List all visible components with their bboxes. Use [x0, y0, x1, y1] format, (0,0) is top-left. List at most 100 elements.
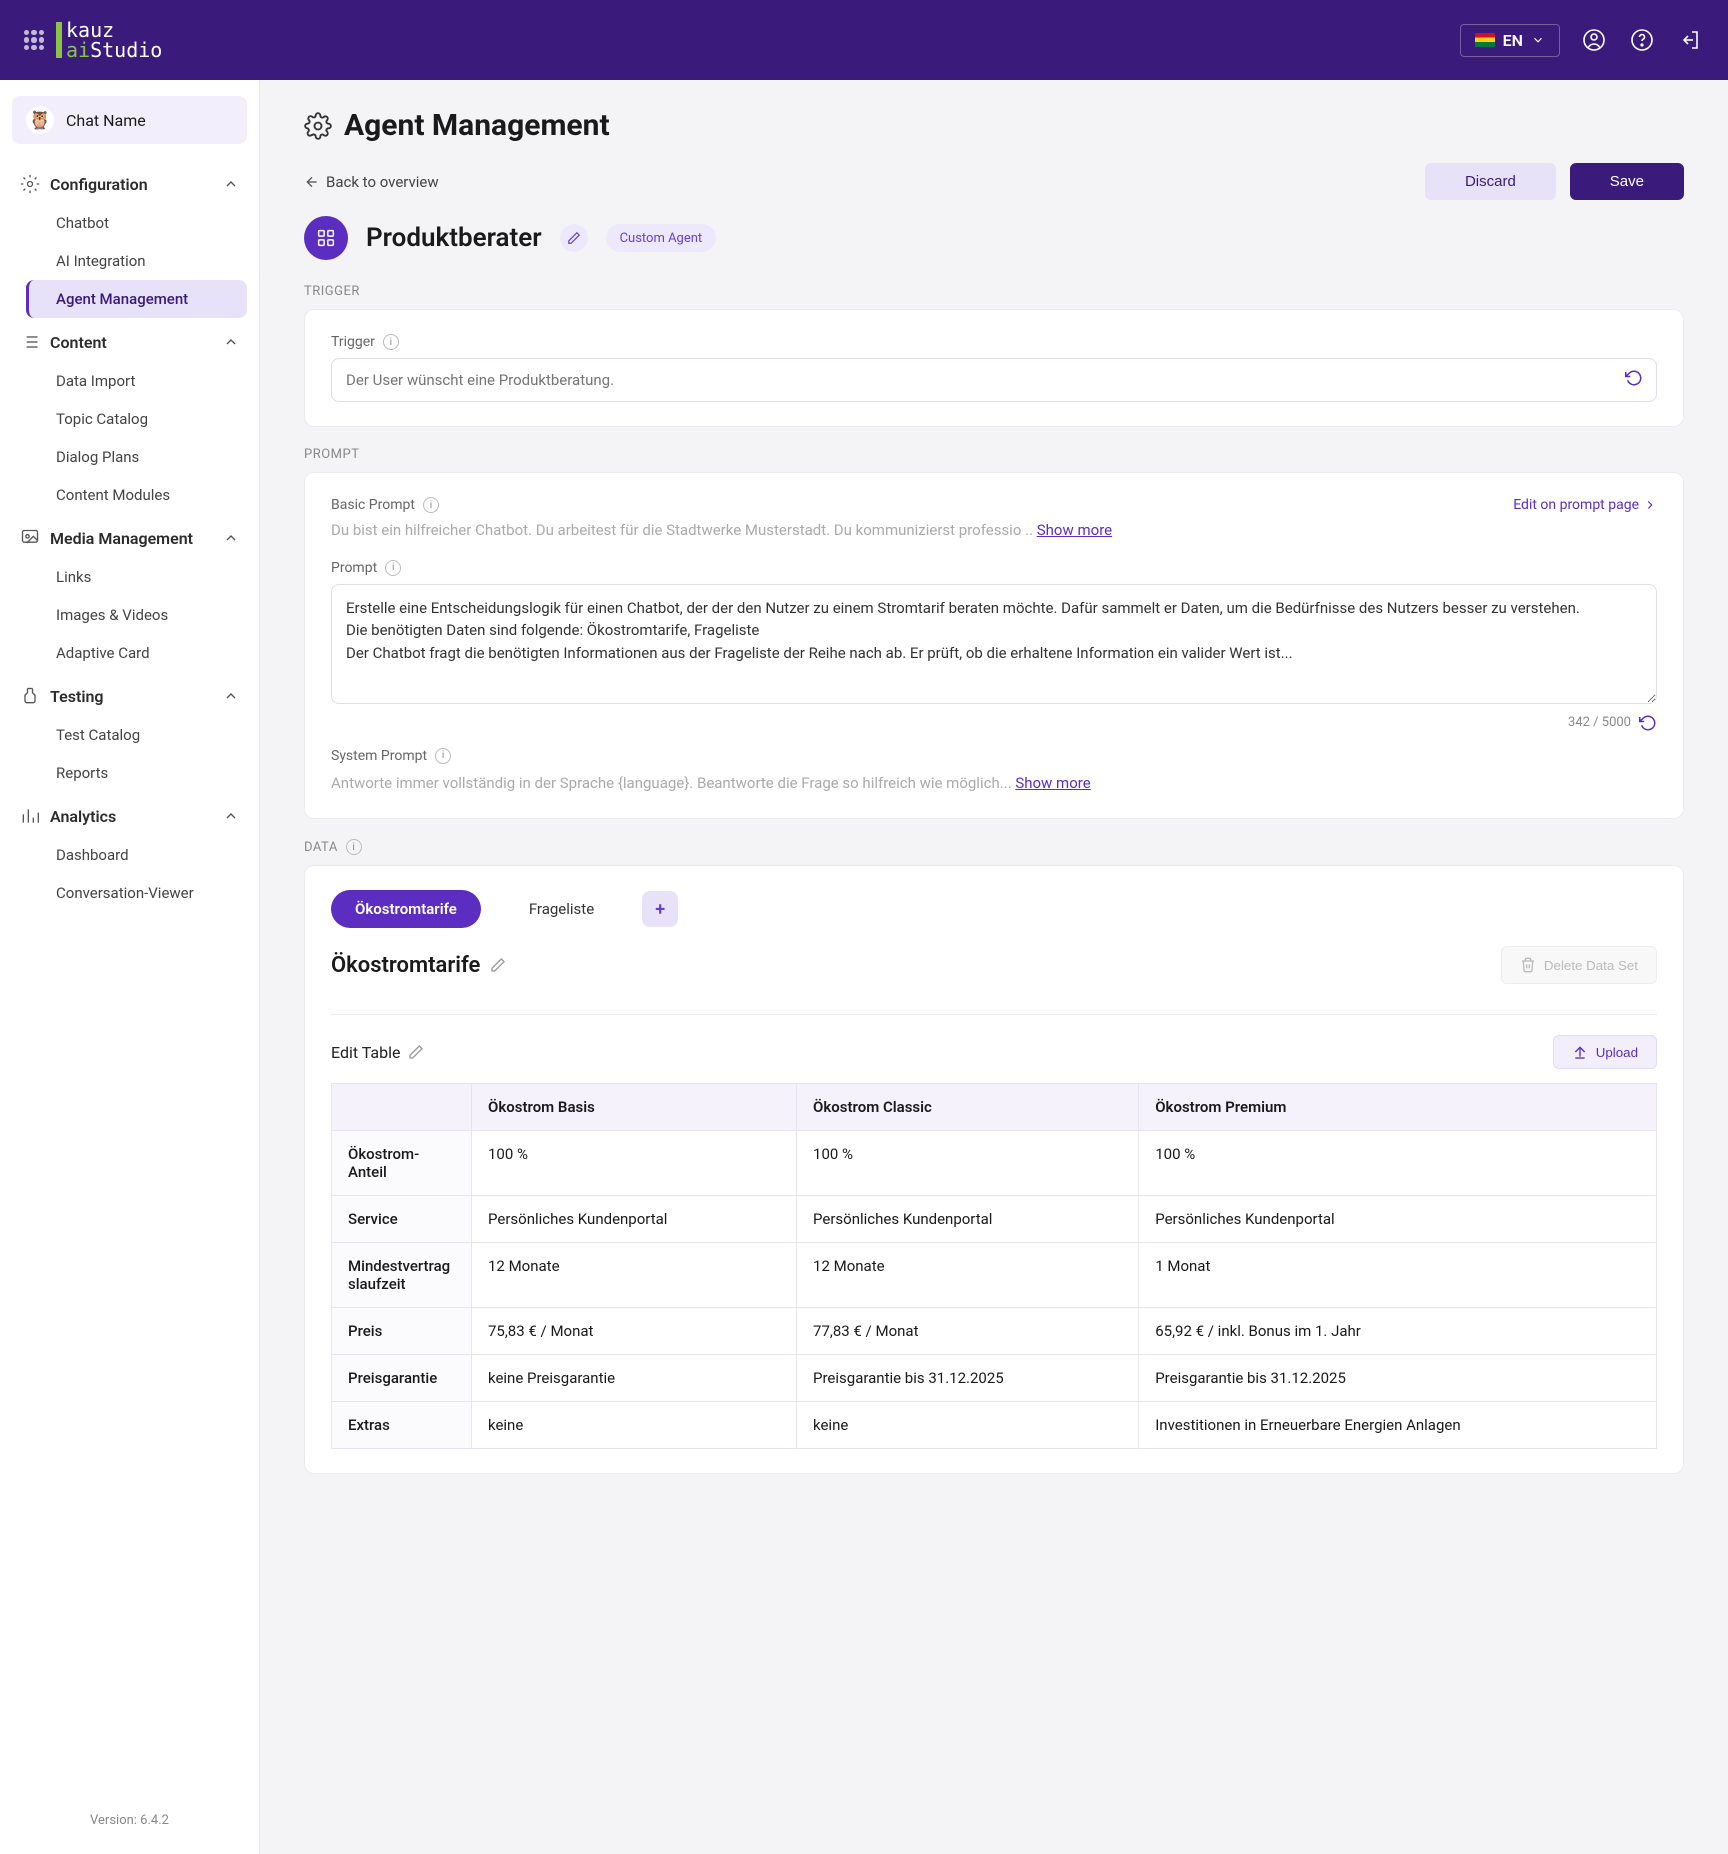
nav-heading-content[interactable]: Content [12, 322, 247, 362]
chevron-up-icon [223, 530, 239, 546]
nav-heading-analytics[interactable]: Analytics [12, 796, 247, 836]
edit-agent-name-button[interactable] [560, 224, 588, 252]
sidebar: 🦉 Chat Name ConfigurationChatbotAI Integ… [0, 80, 260, 1854]
pencil-icon [408, 1044, 424, 1060]
table-cell: Preisgarantie bis 31.12.2025 [797, 1355, 1139, 1402]
table-cell: 77,83 € / Monat [797, 1308, 1139, 1355]
apps-menu-icon[interactable] [24, 30, 44, 50]
table-cell: 65,92 € / inkl. Bonus im 1. Jahr [1139, 1308, 1657, 1355]
save-button[interactable]: Save [1570, 163, 1684, 200]
logout-icon[interactable] [1676, 26, 1704, 54]
nav-heading-media-management[interactable]: Media Management [12, 518, 247, 558]
nav-item-dialog-plans[interactable]: Dialog Plans [46, 438, 247, 476]
version-label: Version: 6.4.2 [12, 1803, 247, 1838]
table-cell: Persönliches Kundenportal [1139, 1196, 1657, 1243]
table-cell: 100 % [797, 1131, 1139, 1196]
table-row: Mindestvertragslaufzeit12 Monate12 Monat… [332, 1243, 1657, 1308]
nav-item-content-modules[interactable]: Content Modules [46, 476, 247, 514]
prompt-textarea[interactable] [331, 584, 1657, 704]
table-header: Ökostrom Basis [472, 1084, 797, 1131]
prompt-section-label: PROMPT [304, 447, 1684, 462]
back-link-label: Back to overview [326, 173, 439, 191]
edit-prompt-page-link[interactable]: Edit on prompt page [1513, 497, 1657, 513]
pencil-icon[interactable] [490, 957, 506, 973]
info-icon[interactable]: i [435, 748, 451, 764]
nav-heading-configuration[interactable]: Configuration [12, 164, 247, 204]
table-cell: Service [332, 1196, 472, 1243]
info-icon[interactable]: i [423, 497, 439, 513]
back-link[interactable]: Back to overview [304, 173, 439, 191]
table-cell: keine [797, 1402, 1139, 1449]
nav-item-chatbot[interactable]: Chatbot [46, 204, 247, 242]
delete-button-label: Delete Data Set [1544, 958, 1638, 973]
upload-icon [1572, 1044, 1588, 1060]
show-more-link[interactable]: Show more [1015, 774, 1090, 792]
table-cell: Extras [332, 1402, 472, 1449]
nav-item-topic-catalog[interactable]: Topic Catalog [46, 400, 247, 438]
nav-item-conversation-viewer[interactable]: Conversation-Viewer [46, 874, 247, 912]
user-icon[interactable] [1580, 26, 1608, 54]
table-cell: 100 % [472, 1131, 797, 1196]
table-row: Preisgarantiekeine PreisgarantiePreisgar… [332, 1355, 1657, 1402]
logo: kauzaiStudio [56, 20, 162, 60]
main-content: Agent Management Back to overview Discar… [260, 80, 1728, 1854]
table-row: ExtraskeinekeineInvestitionen in Erneuer… [332, 1402, 1657, 1449]
character-count: 342 / 5000 [1568, 715, 1631, 730]
topbar: kauzaiStudio EN [0, 0, 1728, 80]
info-icon[interactable]: i [383, 334, 399, 350]
table-cell: keine Preisgarantie [472, 1355, 797, 1402]
chat-avatar-icon: 🦉 [26, 106, 54, 134]
chat-name-label: Chat Name [66, 111, 146, 130]
language-label: EN [1503, 31, 1523, 50]
add-tab-button[interactable]: + [642, 891, 678, 927]
table-cell: Investitionen in Erneuerbare Energien An… [1139, 1402, 1657, 1449]
tab-ökostromtarife[interactable]: Ökostromtarife [331, 890, 481, 928]
help-icon[interactable] [1628, 26, 1656, 54]
trigger-section-label: TRIGGER [304, 284, 1684, 299]
nav-heading-testing[interactable]: Testing [12, 676, 247, 716]
nav-item-images-&-videos[interactable]: Images & Videos [46, 596, 247, 634]
upload-button[interactable]: Upload [1553, 1035, 1657, 1069]
dataset-name: Ökostromtarife [331, 953, 480, 978]
tab-frageliste[interactable]: Frageliste [505, 890, 618, 928]
chevron-up-icon [223, 688, 239, 704]
nav-item-test-catalog[interactable]: Test Catalog [46, 716, 247, 754]
trigger-card: Trigger i [304, 309, 1684, 427]
nav-item-reports[interactable]: Reports [46, 754, 247, 792]
nav-item-agent-management[interactable]: Agent Management [26, 280, 247, 318]
info-icon[interactable]: i [346, 839, 362, 855]
nav-item-dashboard[interactable]: Dashboard [46, 836, 247, 874]
nav-item-links[interactable]: Links [46, 558, 247, 596]
basic-prompt-label: Basic Prompt [331, 497, 415, 513]
agent-name: Produktberater [366, 223, 542, 253]
nav-item-ai-integration[interactable]: AI Integration [46, 242, 247, 280]
table-cell: Ökostrom-Anteil [332, 1131, 472, 1196]
chevron-down-icon [1531, 33, 1545, 47]
system-prompt-label: System Prompt [331, 748, 427, 764]
nav-item-adaptive-card[interactable]: Adaptive Card [46, 634, 247, 672]
table-cell: 12 Monate [797, 1243, 1139, 1308]
gear-icon [304, 112, 332, 140]
table-header [332, 1084, 472, 1131]
agent-avatar-icon [304, 216, 348, 260]
edit-table-link[interactable]: Edit Table [331, 1043, 424, 1062]
table-cell: Preisgarantie [332, 1355, 472, 1402]
nav-item-data-import[interactable]: Data Import [46, 362, 247, 400]
show-more-link[interactable]: Show more [1037, 521, 1112, 539]
table-header: Ökostrom Premium [1139, 1084, 1657, 1131]
revert-icon[interactable] [1625, 369, 1647, 391]
language-switcher[interactable]: EN [1460, 24, 1560, 57]
table-cell: keine [472, 1402, 797, 1449]
table-cell: Persönliches Kundenportal [797, 1196, 1139, 1243]
chat-selector[interactable]: 🦉 Chat Name [12, 96, 247, 144]
info-icon[interactable]: i [385, 560, 401, 576]
prompt-field-label: Prompt [331, 560, 377, 576]
delete-dataset-button[interactable]: Delete Data Set [1501, 946, 1657, 984]
discard-button[interactable]: Discard [1425, 163, 1556, 200]
trigger-input[interactable] [331, 358, 1657, 402]
table-cell: 100 % [1139, 1131, 1657, 1196]
trigger-field-label: Trigger [331, 334, 375, 350]
table-cell: Mindestvertragslaufzeit [332, 1243, 472, 1308]
table-cell: Preisgarantie bis 31.12.2025 [1139, 1355, 1657, 1402]
revert-icon[interactable] [1639, 714, 1657, 732]
